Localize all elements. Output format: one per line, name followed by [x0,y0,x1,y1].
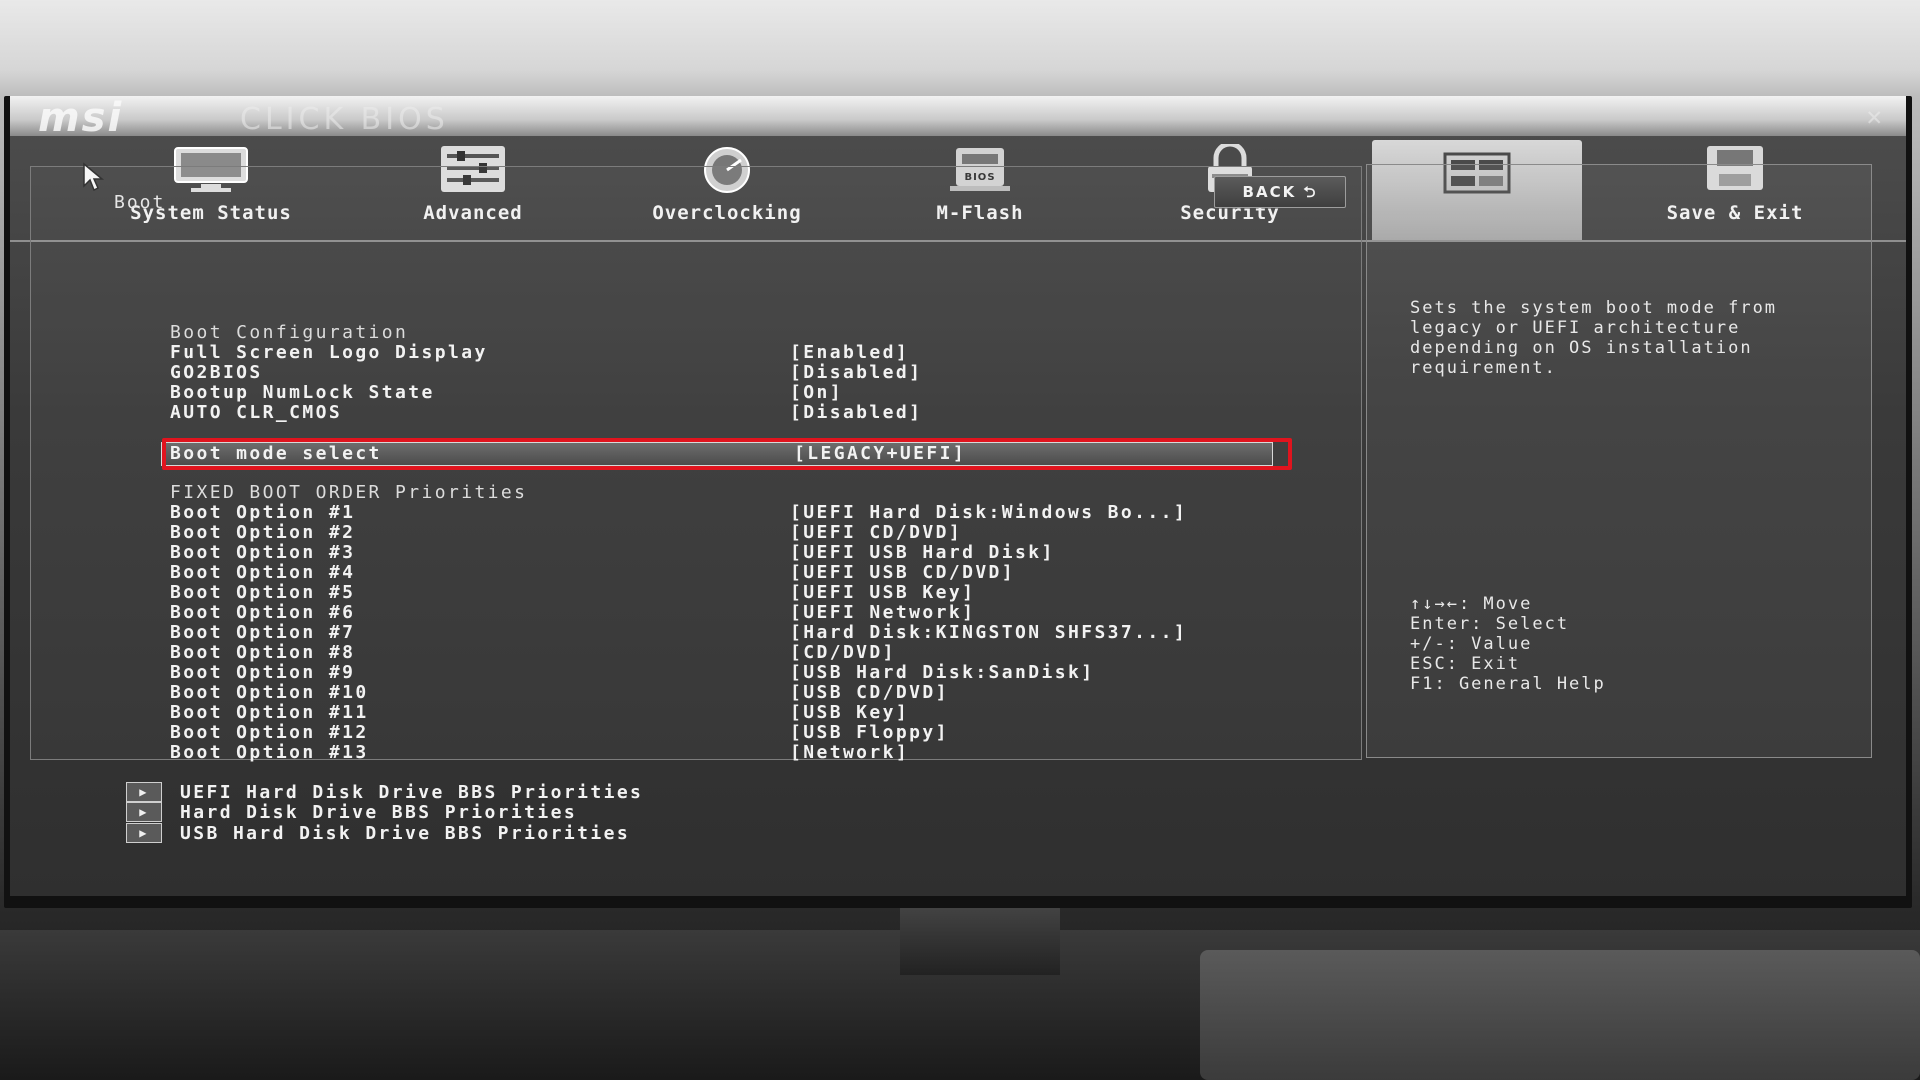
red-highlight-box [162,438,1292,470]
brand-bar: msi CLICK BIOS ✕ [10,96,1906,141]
boot-option-label: Boot Option #7 [170,622,356,643]
mouse-pointer-icon [83,162,105,192]
setting-label: GO2BIOS [170,362,263,383]
boot-option-value[interactable]: [USB Hard Disk:SanDisk] [790,662,1094,683]
key-hint: +/-: Value [1410,634,1533,654]
submenu-usb-hdd-bbs[interactable]: ▶ USB Hard Disk Drive BBS Priorities [126,823,926,844]
key-hint: Enter: Select [1410,614,1570,634]
boot-option-value[interactable]: [UEFI Network] [790,602,975,623]
boot-option-label: Boot Option #13 [170,742,369,763]
close-icon[interactable]: ✕ [1866,102,1882,132]
boot-option-label: Boot Option #12 [170,722,369,743]
setting-label: AUTO CLR_CMOS [170,402,343,423]
boot-option-row[interactable]: Boot Option #12 [USB Floppy] [170,722,1270,743]
submenu-uefi-hdd-bbs[interactable]: ▶ UEFI Hard Disk Drive BBS Priorities [126,782,926,803]
boot-option-label: Boot Option #9 [170,662,356,683]
boot-option-label: Boot Option #5 [170,582,356,603]
boot-option-row[interactable]: Boot Option #5 [UEFI USB Key] [170,582,1270,603]
submenu-hdd-bbs[interactable]: ▶ Hard Disk Drive BBS Priorities [126,802,926,823]
boot-option-row[interactable]: Boot Option #10 [USB CD/DVD] [170,682,1270,703]
setting-value[interactable]: [Disabled] [790,362,922,383]
setting-auto-clr-cmos[interactable]: AUTO CLR_CMOS [Disabled] [170,402,1270,423]
monitor-stand [900,905,1060,975]
header-label: Boot Configuration [170,322,409,343]
boot-option-row[interactable]: Boot Option #4 [UEFI USB CD/DVD] [170,562,1270,583]
key-hint: ESC: Exit [1410,654,1521,674]
boot-option-row[interactable]: Boot Option #13 [Network] [170,742,1270,763]
help-description: Sets the system boot mode from legacy or… [1410,298,1778,378]
boot-option-value[interactable]: [USB CD/DVD] [790,682,949,703]
boot-option-value[interactable]: [UEFI CD/DVD] [790,522,962,543]
setting-full-screen-logo[interactable]: Full Screen Logo Display [Enabled] [170,342,1270,363]
desk-object [1200,950,1920,1080]
setting-numlock-state[interactable]: Bootup NumLock State [On] [170,382,1270,403]
key-hint: F1: General Help [1410,674,1606,694]
boot-configuration-header: Boot Configuration [170,322,1270,343]
section-title: Boot [114,192,166,213]
fixed-boot-order-header: FIXED BOOT ORDER Priorities [170,482,1270,503]
brand-logo: msi [38,96,124,141]
boot-option-label: Boot Option #3 [170,542,356,563]
boot-option-value[interactable]: [CD/DVD] [790,642,896,663]
boot-option-label: Boot Option #8 [170,642,356,663]
boot-option-row[interactable]: Boot Option #7 [Hard Disk:KINGSTON SHFS37… [170,622,1270,643]
setting-value[interactable]: [Disabled] [790,402,922,423]
setting-label: Full Screen Logo Display [170,342,488,363]
submenu-label: Hard Disk Drive BBS Priorities [180,802,578,823]
boot-option-label: Boot Option #6 [170,602,356,623]
back-button[interactable]: BACK ⮌ [1214,176,1346,208]
brand-subtitle: CLICK BIOS [240,102,449,137]
boot-option-value[interactable]: [UEFI USB CD/DVD] [790,562,1015,583]
boot-option-row[interactable]: Boot Option #8 [CD/DVD] [170,642,1270,663]
submenu-label: UEFI Hard Disk Drive BBS Priorities [180,782,644,803]
boot-option-value[interactable]: [UEFI USB Hard Disk] [790,542,1055,563]
key-legend: ↑↓→←: Move Enter: Select +/-: Value ESC:… [1410,594,1850,694]
boot-option-row[interactable]: Boot Option #2 [UEFI CD/DVD] [170,522,1270,543]
boot-option-row[interactable]: Boot Option #11 [USB Key] [170,702,1270,723]
submenu-arrow-icon: ▶ [126,823,162,843]
boot-option-label: Boot Option #2 [170,522,356,543]
boot-option-value[interactable]: [UEFI USB Key] [790,582,975,603]
submenu-label: USB Hard Disk Drive BBS Priorities [180,823,631,844]
boot-option-label: Boot Option #10 [170,682,369,703]
submenu-arrow-icon: ▶ [126,802,162,822]
boot-option-value[interactable]: [UEFI Hard Disk:Windows Bo...] [790,502,1187,523]
boot-option-value[interactable]: [USB Floppy] [790,722,949,743]
setting-value[interactable]: [On] [790,382,843,403]
boot-option-label: Boot Option #11 [170,702,369,723]
boot-option-value[interactable]: [Hard Disk:KINGSTON SHFS37...] [790,622,1187,643]
boot-option-value[interactable]: [Network] [790,742,909,763]
boot-option-row[interactable]: Boot Option #6 [UEFI Network] [170,602,1270,623]
boot-option-value[interactable]: [USB Key] [790,702,909,723]
boot-option-label: Boot Option #1 [170,502,356,523]
boot-option-row[interactable]: Boot Option #9 [USB Hard Disk:SanDisk] [170,662,1270,683]
setting-label: Bootup NumLock State [170,382,435,403]
setting-go2bios[interactable]: GO2BIOS [Disabled] [170,362,1270,383]
boot-option-row[interactable]: Boot Option #3 [UEFI USB Hard Disk] [170,542,1270,563]
header-label: FIXED BOOT ORDER Priorities [170,482,528,503]
boot-option-label: Boot Option #4 [170,562,356,583]
boot-option-row[interactable]: Boot Option #1 [UEFI Hard Disk:Windows Bo… [170,502,1270,523]
setting-value[interactable]: [Enabled] [790,342,909,363]
key-hint: ↑↓→←: Move [1410,594,1533,614]
submenu-arrow-icon: ▶ [126,782,162,802]
